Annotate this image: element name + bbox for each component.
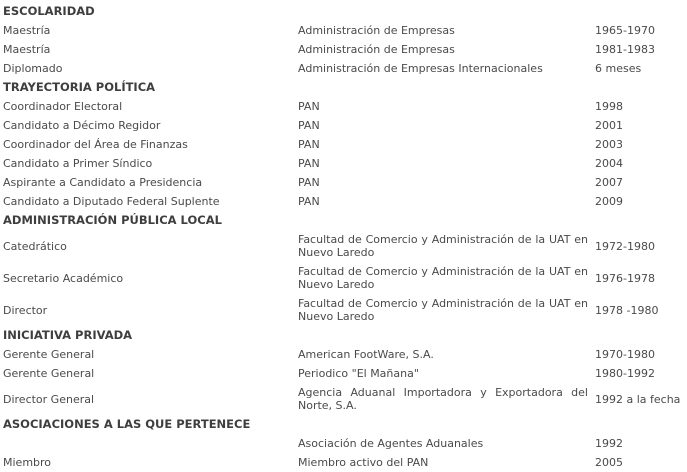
role-cell: Maestría xyxy=(3,24,51,37)
period-cell: 1970-1980 xyxy=(595,348,655,361)
role-cell: Diplomado xyxy=(3,62,63,75)
role-cell: Miembro xyxy=(3,456,52,469)
role-cell: Coordinador Electoral xyxy=(3,100,123,113)
role-cell: Secretario Académico xyxy=(3,271,124,285)
table-row: Gerente General American FootWare, S.A. … xyxy=(0,345,687,364)
period-cell: 1972-1980 xyxy=(595,239,655,253)
organization-cell: Administración de Empresas Internacional… xyxy=(298,62,543,75)
organization-cell: Administración de Empresas xyxy=(298,43,455,56)
section-title-trayectoria-politica: TRAYECTORIA POLÍTICA xyxy=(3,80,156,94)
period-cell: 2009 xyxy=(595,195,623,208)
table-row: Candidato a Diputado Federal Suplente PA… xyxy=(0,192,687,211)
role-cell: Gerente General xyxy=(3,367,95,380)
organization-cell: PAN xyxy=(298,195,320,208)
period-cell: 2003 xyxy=(595,138,623,151)
organization-cell: Facultad de Comercio y Administración de… xyxy=(298,297,588,323)
table-row: Miembro Miembro activo del PAN 2005 xyxy=(0,453,687,472)
period-cell: 1992 xyxy=(595,437,623,450)
period-cell: 1965-1970 xyxy=(595,24,655,37)
table-row: Director Facultad de Comercio y Administ… xyxy=(0,294,687,326)
organization-cell: Facultad de Comercio y Administración de… xyxy=(298,265,588,291)
organization-cell: PAN xyxy=(298,176,320,189)
role-cell: Maestría xyxy=(3,43,51,56)
section-title-iniciativa-privada: INICIATIVA PRIVADA xyxy=(3,328,133,342)
section-title-escolaridad: ESCOLARIDAD xyxy=(3,4,95,18)
organization-cell: Agencia Aduanal Importadora y Exportador… xyxy=(298,386,588,412)
role-cell: Gerente General xyxy=(3,348,95,361)
period-cell: 1978 -1980 xyxy=(595,303,659,317)
organization-cell: PAN xyxy=(298,138,320,151)
table-row: Maestría Administración de Empresas 1965… xyxy=(0,21,687,40)
organization-cell: American FootWare, S.A. xyxy=(298,348,434,361)
period-cell: 2007 xyxy=(595,176,623,189)
period-cell: 6 meses xyxy=(595,62,642,75)
role-cell: Candidato a Diputado Federal Suplente xyxy=(3,195,220,208)
role-cell: Candidato a Décimo Regidor xyxy=(3,119,161,132)
organization-cell: PAN xyxy=(298,100,320,113)
table-row: Asociación de Agentes Aduanales 1992 xyxy=(0,434,687,453)
table-row: Director General Agencia Aduanal Importa… xyxy=(0,383,687,415)
table-row: Diplomado Administración de Empresas Int… xyxy=(0,59,687,78)
organization-cell: PAN xyxy=(298,157,320,170)
period-cell: 1976-1978 xyxy=(595,271,655,285)
table-row: Secretario Académico Facultad de Comerci… xyxy=(0,262,687,294)
role-cell: Aspirante a Candidato a Presidencia xyxy=(3,176,203,189)
period-cell: 2005 xyxy=(595,456,623,469)
table-row: Aspirante a Candidato a Presidencia PAN … xyxy=(0,173,687,192)
role-cell: Catedrático xyxy=(3,239,67,253)
organization-cell: Facultad de Comercio y Administración de… xyxy=(298,233,588,259)
table-row: Candidato a Primer Síndico PAN 2004 xyxy=(0,154,687,173)
period-cell: 1992 a la fecha xyxy=(595,392,681,406)
period-cell: 2004 xyxy=(595,157,623,170)
period-cell: 1980-1992 xyxy=(595,367,655,380)
section-title-administracion-publica-local: ADMINISTRACIÓN PÚBLICA LOCAL xyxy=(3,213,222,227)
table-row: Coordinador Electoral PAN 1998 xyxy=(0,97,687,116)
organization-cell: PAN xyxy=(298,119,320,132)
table-row: Gerente General Periodico "El Mañana" 19… xyxy=(0,364,687,383)
table-row: Candidato a Décimo Regidor PAN 2001 xyxy=(0,116,687,135)
cv-table: ESCOLARIDAD Maestría Administración de E… xyxy=(0,0,687,472)
organization-cell: Asociación de Agentes Aduanales xyxy=(298,437,484,450)
organization-cell: Periodico "El Mañana" xyxy=(298,367,419,380)
period-cell: 2001 xyxy=(595,119,623,132)
table-row: Catedrático Facultad de Comercio y Admin… xyxy=(0,230,687,262)
organization-cell: Administración de Empresas xyxy=(298,24,455,37)
organization-cell: Miembro activo del PAN xyxy=(298,456,429,469)
section-title-asociaciones: ASOCIACIONES A LAS QUE PERTENECE xyxy=(3,417,251,431)
role-cell: Director General xyxy=(3,392,95,406)
table-row: Maestría Administración de Empresas 1981… xyxy=(0,40,687,59)
role-cell: Candidato a Primer Síndico xyxy=(3,157,153,170)
role-cell: Coordinador del Área de Finanzas xyxy=(3,138,188,151)
table-row: Coordinador del Área de Finanzas PAN 200… xyxy=(0,135,687,154)
period-cell: 1981-1983 xyxy=(595,43,655,56)
role-cell: Director xyxy=(3,303,48,317)
period-cell: 1998 xyxy=(595,100,623,113)
